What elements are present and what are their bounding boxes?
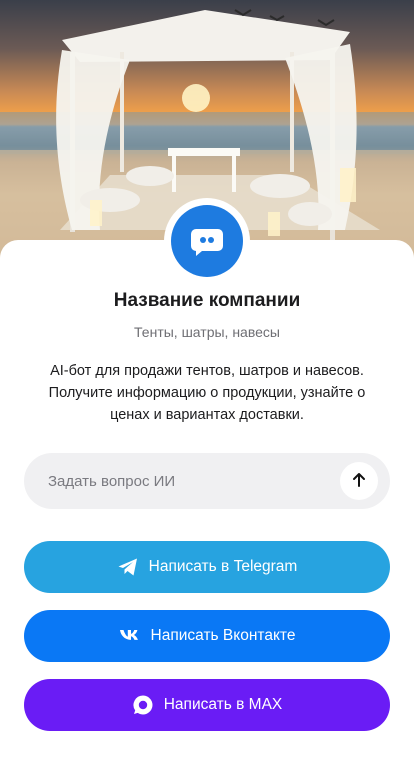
telegram-button[interactable]: Написать в Telegram <box>24 541 390 593</box>
vk-icon <box>119 629 141 643</box>
send-button[interactable] <box>340 462 378 500</box>
arrow-up-icon <box>350 471 368 492</box>
ask-ai-bar <box>24 453 390 509</box>
chat-bot-icon <box>188 220 226 263</box>
max-button[interactable]: Написать в MAX <box>24 679 390 731</box>
max-button-label: Написать в MAX <box>163 696 283 713</box>
company-name: Название компании <box>113 290 301 311</box>
company-tagline: Тенты, шатры, навесы <box>134 324 280 340</box>
ask-ai-input[interactable] <box>48 453 348 509</box>
vk-button[interactable]: Написать Вконтакте <box>24 610 390 662</box>
max-icon <box>132 694 154 716</box>
company-description: AI-бот для продажи тентов, шатров и наве… <box>48 363 366 423</box>
avatar <box>171 205 243 277</box>
vk-button-label: Написать Вконтакте <box>150 627 296 644</box>
telegram-button-label: Написать в Telegram <box>148 558 298 575</box>
telegram-icon <box>117 557 139 577</box>
